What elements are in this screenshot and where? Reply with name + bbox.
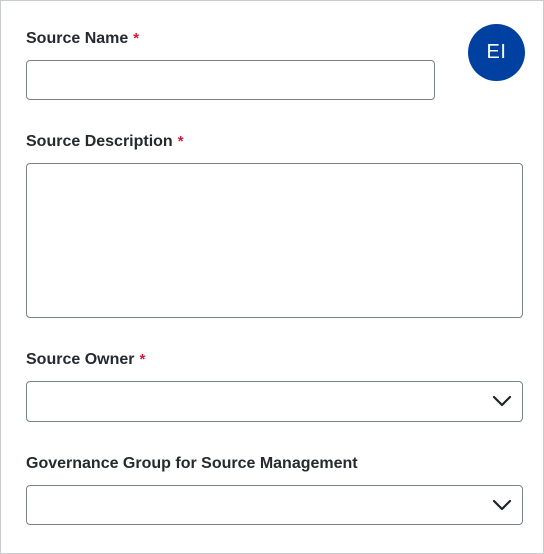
source-name-label: Source Name * [26, 29, 139, 49]
required-marker: * [177, 133, 184, 150]
source-description-label: Source Description * [26, 132, 184, 152]
required-marker: * [139, 351, 146, 368]
source-name-input[interactable] [26, 60, 435, 100]
source-name-label-text: Source Name [26, 30, 129, 47]
chevron-down-icon [492, 395, 512, 407]
source-owner-select[interactable] [26, 381, 523, 422]
source-owner-label: Source Owner * [26, 350, 145, 370]
avatar-initials: EI [486, 41, 507, 63]
governance-group-select[interactable] [26, 485, 523, 525]
chevron-down-icon [492, 499, 512, 511]
required-marker: * [133, 30, 140, 47]
source-description-textarea[interactable] [26, 163, 523, 318]
source-form-panel: Source Name * EI Source Description * Sour… [0, 0, 544, 554]
governance-group-label-text: Governance Group for Source Management [26, 455, 358, 472]
source-owner-label-text: Source Owner [26, 351, 135, 368]
source-description-label-text: Source Description [26, 133, 173, 150]
user-avatar[interactable]: EI [468, 24, 525, 81]
governance-group-label: Governance Group for Source Management [26, 454, 358, 474]
